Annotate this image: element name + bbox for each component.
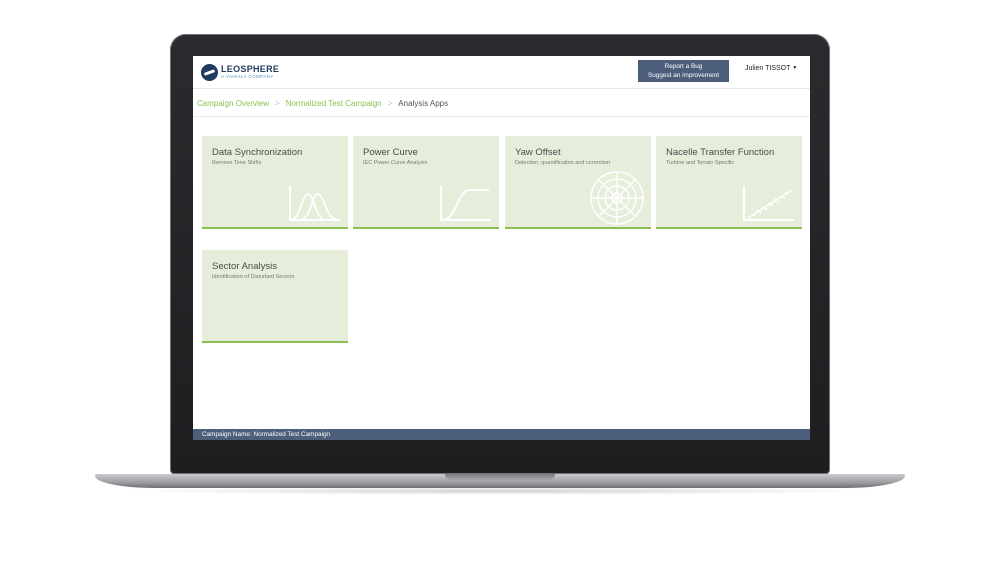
app-screen: LEOSPHERE A VAISALA COMPANY Report a Bug… xyxy=(193,56,810,440)
campaign-name-label: Campaign Name: Normalized Test Campaign xyxy=(202,431,331,438)
tile-sector-analysis[interactable]: Sector Analysis Identification of Distur… xyxy=(202,250,348,343)
chevron-right-icon: > xyxy=(275,98,280,108)
breadcrumb-campaign-overview[interactable]: Campaign Overview xyxy=(197,99,269,108)
tile-subtitle: IEC Power Curve Analysis xyxy=(363,160,428,166)
logo-text: LEOSPHERE A VAISALA COMPANY xyxy=(221,65,279,80)
distribution-curves-icon xyxy=(289,186,340,221)
polar-target-icon xyxy=(590,171,644,225)
breadcrumb: Campaign Overview > Normalized Test Camp… xyxy=(197,96,448,110)
status-bar: Campaign Name: Normalized Test Campaign xyxy=(193,429,810,440)
tile-subtitle: Identification of Disturbed Sectors xyxy=(212,274,295,280)
user-menu[interactable]: Julien TISSOT ▼ xyxy=(745,65,797,72)
logo[interactable]: LEOSPHERE A VAISALA COMPANY xyxy=(201,64,279,81)
logo-icon xyxy=(201,64,218,81)
tile-subtitle: Detection, quantification and correction xyxy=(515,160,611,166)
tile-power-curve[interactable]: Power Curve IEC Power Curve Analysis xyxy=(353,136,499,229)
tile-title: Yaw Offset xyxy=(515,147,561,158)
tile-title: Sector Analysis xyxy=(212,261,277,272)
caret-down-icon: ▼ xyxy=(792,65,798,71)
user-name: Julien TISSOT xyxy=(745,65,791,72)
laptop-notch xyxy=(445,474,555,480)
breadcrumb-normalized-test-campaign[interactable]: Normalized Test Campaign xyxy=(286,99,382,108)
breadcrumb-current: Analysis Apps xyxy=(398,98,449,108)
laptop-shadow xyxy=(120,487,880,495)
tile-yaw-offset[interactable]: Yaw Offset Detection, quantification and… xyxy=(505,136,651,229)
tile-title: Power Curve xyxy=(363,147,418,158)
tile-nacelle-transfer-function[interactable]: Nacelle Transfer Function Turbine and Te… xyxy=(656,136,802,229)
tile-title: Data Synchronization xyxy=(212,147,303,158)
chevron-right-icon: > xyxy=(387,98,393,108)
suggest-improvement-label: Suggest an improvement xyxy=(647,72,720,79)
app-header: LEOSPHERE A VAISALA COMPANY Report a Bug… xyxy=(193,56,810,89)
logo-subtitle: A VAISALA COMPANY xyxy=(221,74,274,80)
scatter-regression-icon xyxy=(743,186,794,221)
tile-subtitle: Remove Time Shifts xyxy=(212,160,262,166)
tile-title: Nacelle Transfer Function xyxy=(666,147,775,158)
power-curve-icon xyxy=(440,186,491,221)
report-bug-button[interactable]: Report a Bug Suggest an improvement xyxy=(638,60,729,82)
report-bug-label: Report a Bug xyxy=(664,63,703,70)
tile-data-synchronization[interactable]: Data Synchronization Remove Time Shifts xyxy=(202,136,348,229)
breadcrumb-divider xyxy=(193,116,810,117)
logo-name: LEOSPHERE xyxy=(221,64,280,75)
tile-subtitle: Turbine and Terrain Specific xyxy=(666,160,735,166)
